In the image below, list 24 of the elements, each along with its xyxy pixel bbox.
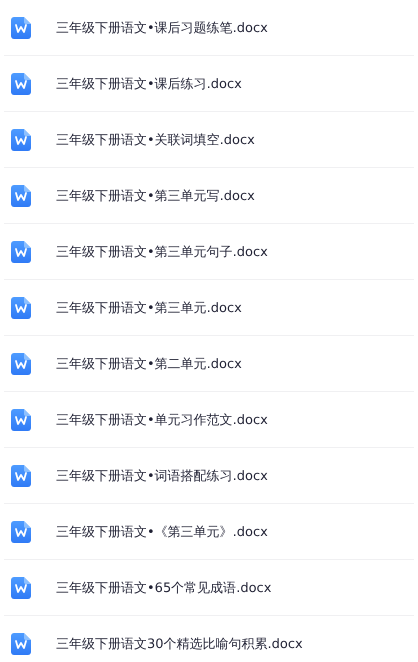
document-icon: [11, 16, 31, 38]
file-name[interactable]: 三年级下册语文•第三单元句子.docx: [56, 242, 268, 260]
file-name[interactable]: 三年级下册语文•第三单元写.docx: [56, 186, 255, 204]
file-name[interactable]: 三年级下册语文•词语搭配练习.docx: [56, 466, 268, 484]
file-name[interactable]: 三年级下册语文•关联词填空.docx: [56, 130, 255, 148]
document-icon: [11, 632, 31, 654]
file-name[interactable]: 三年级下册语文•课后习题练笔.docx: [56, 18, 268, 36]
document-icon: [11, 464, 31, 486]
document-icon: [11, 240, 31, 262]
document-icon: [11, 296, 31, 318]
file-name[interactable]: 三年级下册语文•单元习作范文.docx: [56, 410, 268, 428]
file-name[interactable]: 三年级下册语文•《第三单元》.docx: [56, 522, 268, 540]
document-icon: [11, 72, 31, 94]
file-name[interactable]: 三年级下册语文•65个常见成语.docx: [56, 578, 272, 596]
file-name[interactable]: 三年级下册语文30个精选比喻句积累.docx: [56, 634, 303, 652]
document-icon: [11, 520, 31, 542]
file-name[interactable]: 三年级下册语文•第三单元.docx: [56, 298, 242, 316]
document-icon: [11, 184, 31, 206]
file-name[interactable]: 三年级下册语文•第二单元.docx: [56, 354, 242, 372]
document-icon: [11, 576, 31, 598]
document-icon: [11, 352, 31, 374]
document-icon: [11, 128, 31, 150]
file-name[interactable]: 三年级下册语文•课后练习.docx: [56, 74, 242, 92]
document-icon: [11, 408, 31, 430]
